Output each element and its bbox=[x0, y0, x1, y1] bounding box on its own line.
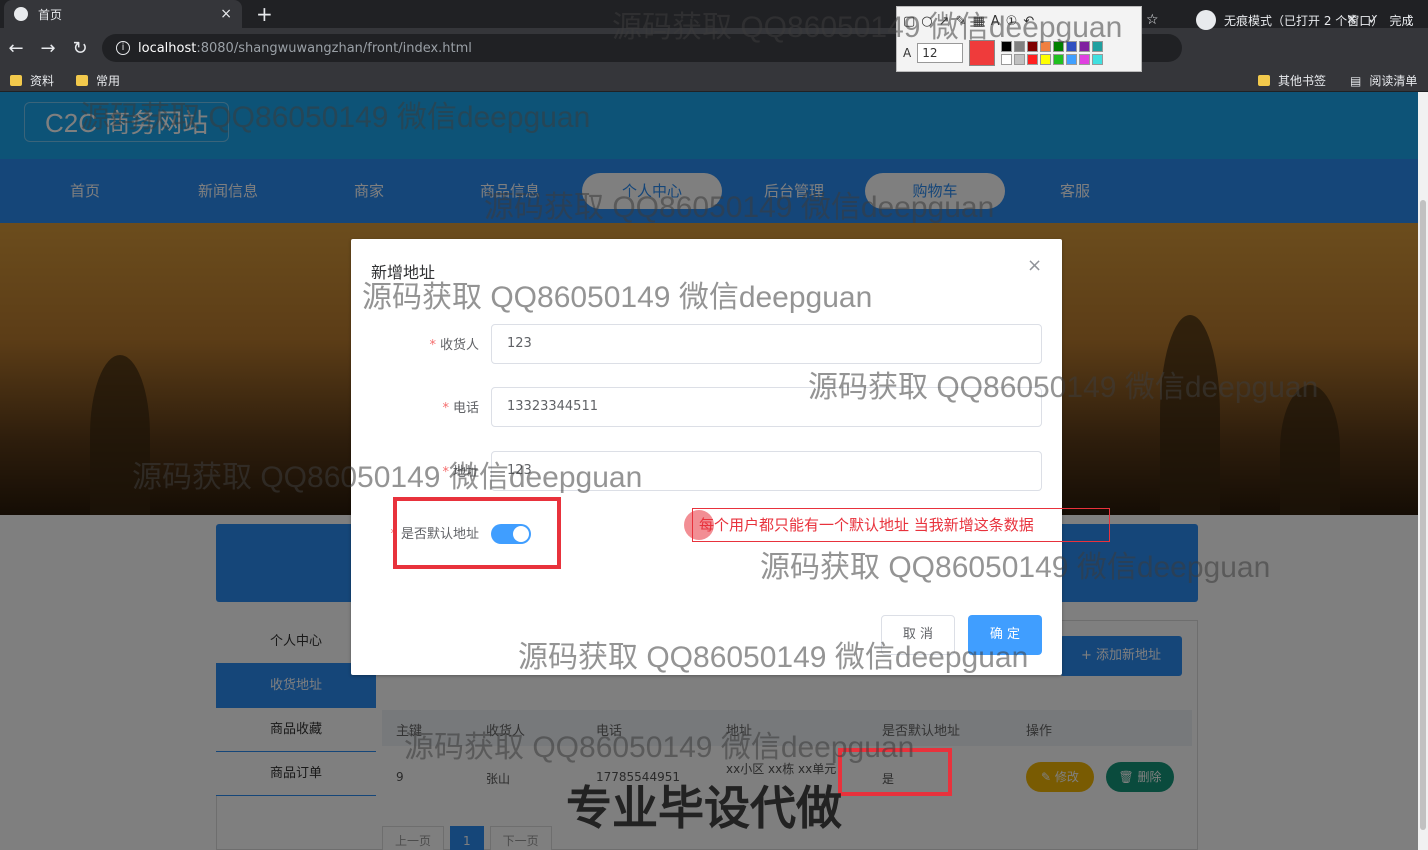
form-row-receiver: * 收货人 123 bbox=[351, 324, 1062, 364]
watermark: 源码获取 QQ86050149 微信deepguan bbox=[404, 731, 915, 764]
bookmark-label: 其他书签 bbox=[1278, 74, 1327, 88]
reload-icon[interactable]: ↻ bbox=[64, 38, 96, 59]
watermark: 源码获取 QQ86050149 微信deepguan bbox=[760, 551, 1271, 584]
field-label: * 电话 bbox=[442, 401, 479, 416]
url-host: localhost bbox=[138, 40, 197, 56]
folder-icon bbox=[76, 75, 88, 86]
watermark: 源码获取 QQ86050149 微信deepguan bbox=[612, 11, 1123, 44]
info-icon[interactable]: i bbox=[116, 41, 130, 55]
bookmarks-bar: 资料 常用 其他书签 ▤ 阅读清单 bbox=[0, 68, 1428, 92]
font-size-select[interactable]: 12 bbox=[917, 43, 964, 63]
check-icon[interactable]: ✓ bbox=[1368, 12, 1380, 28]
palette-swatch[interactable] bbox=[1027, 54, 1039, 65]
highlight-box-switch bbox=[393, 497, 561, 569]
reading-list[interactable]: ▤ 阅读清单 bbox=[1350, 72, 1417, 89]
reading-list-icon: ▤ bbox=[1350, 73, 1362, 88]
scrollbar-thumb[interactable] bbox=[1420, 200, 1426, 830]
watermark: 源码获取 QQ86050149 微信deepguan bbox=[518, 641, 1029, 674]
tab-title: 首页 bbox=[38, 7, 63, 22]
palette-swatch[interactable] bbox=[1079, 54, 1091, 65]
field-label: * 收货人 bbox=[429, 338, 479, 353]
bookmark-folder[interactable]: 资料 bbox=[10, 72, 54, 89]
bottom-watermark: 专业毕设代做 bbox=[566, 782, 842, 834]
close-icon[interactable]: × bbox=[1027, 255, 1042, 276]
folder-icon bbox=[1258, 75, 1270, 86]
forward-icon[interactable]: → bbox=[32, 38, 64, 59]
palette-swatch[interactable] bbox=[1001, 54, 1013, 65]
bookmark-folder[interactable]: 常用 bbox=[76, 72, 120, 89]
palette-swatch[interactable] bbox=[1092, 54, 1104, 65]
watermark: 源码获取 QQ86050149 微信deepguan bbox=[132, 461, 643, 494]
palette-swatch[interactable] bbox=[1014, 54, 1026, 65]
watermark: 源码获取 QQ86050149 微信deepguan bbox=[80, 101, 591, 134]
url-path: :8080/shangwuwangzhan/front/index.html bbox=[196, 40, 472, 56]
receiver-input[interactable]: 123 bbox=[491, 324, 1042, 364]
new-tab-button[interactable]: + bbox=[256, 2, 273, 26]
cancel-icon[interactable]: ✕ bbox=[1346, 12, 1358, 28]
bookmark-label: 常用 bbox=[96, 74, 121, 88]
back-icon[interactable]: ← bbox=[0, 38, 32, 59]
other-bookmarks[interactable]: 其他书签 bbox=[1258, 72, 1326, 89]
palette-swatch[interactable] bbox=[1066, 54, 1078, 65]
bookmark-label: 资料 bbox=[30, 74, 55, 88]
watermark: 源码获取 QQ86050149 微信deepguan bbox=[362, 281, 873, 314]
done-label[interactable]: 完成 bbox=[1389, 12, 1413, 29]
browser-tab[interactable]: 首页 × bbox=[4, 0, 242, 28]
palette-swatch[interactable] bbox=[1053, 54, 1065, 65]
font-icon: A bbox=[903, 46, 912, 60]
screenshot-tools: ✕ ✓ 完成 bbox=[1150, 6, 1413, 34]
watermark: 源码获取 QQ86050149 微信deepguan bbox=[808, 371, 1319, 404]
palette-swatch[interactable] bbox=[1040, 54, 1052, 65]
watermark: 源码获取 QQ86050149 微信deepguan bbox=[484, 191, 995, 224]
annotation-text[interactable]: 每个用户都只能有一个默认地址 当我新增这条数据 bbox=[692, 508, 1110, 542]
tab-close-icon[interactable]: × bbox=[220, 6, 232, 22]
globe-icon bbox=[14, 7, 28, 21]
folder-icon bbox=[10, 75, 22, 86]
bookmark-label: 阅读清单 bbox=[1369, 74, 1418, 88]
